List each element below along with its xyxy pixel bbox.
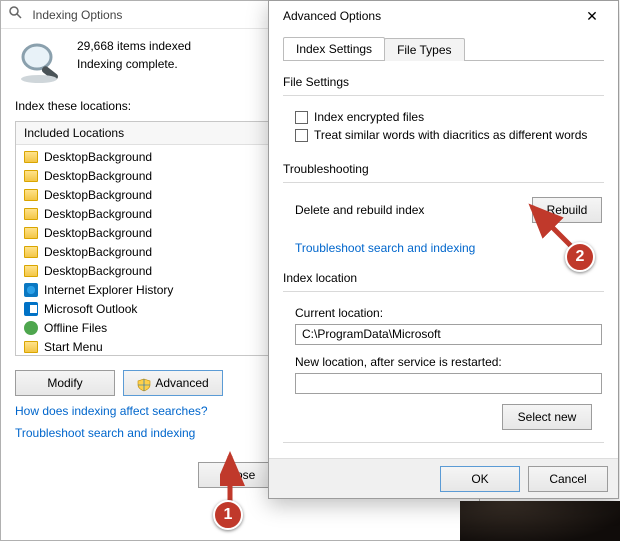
dialog-title: Advanced Options [283,9,381,23]
folder-icon [24,170,38,182]
annotation-badge-2: 2 [565,242,595,272]
troubleshoot-link-2[interactable]: Troubleshoot search and indexing [295,241,475,255]
how-indexing-link[interactable]: How does indexing affect searches? [15,404,208,418]
list-item-label: DesktopBackground [44,150,152,164]
select-new-button[interactable]: Select new [502,404,592,430]
ie-icon [24,283,38,297]
indexing-status: Indexing complete. [77,57,191,71]
folder-icon [24,246,38,258]
tab-index-settings[interactable]: Index Settings [283,37,385,60]
folder-icon [24,341,38,353]
current-location-label: Current location: [295,306,604,320]
list-item-label: DesktopBackground [44,264,152,278]
shield-icon [137,376,151,390]
list-item-label: Offline Files [44,321,107,335]
list-item-label: DesktopBackground [44,245,152,259]
cancel-button[interactable]: Cancel [528,466,608,492]
list-item-label: DesktopBackground [44,188,152,202]
list-item-label: DesktopBackground [44,207,152,221]
group-file-settings: File Settings [283,75,604,89]
new-location-label: New location, after service is restarted… [295,355,604,369]
label-encrypted: Index encrypted files [314,110,424,124]
rebuild-label: Delete and rebuild index [295,203,424,217]
outlook-icon [24,302,38,316]
ok-button[interactable]: OK [440,466,520,492]
checkbox-encrypted[interactable] [295,111,308,124]
modify-button[interactable]: Modify [15,370,115,396]
list-item-label: Internet Explorer History [44,283,173,297]
magnifier-large-icon [15,39,65,85]
checkbox-diacritics[interactable] [295,129,308,142]
list-item-label: DesktopBackground [44,169,152,183]
close-icon[interactable]: ✕ [572,4,612,28]
folder-icon [24,265,38,277]
magnifier-icon [9,2,23,30]
folder-icon [24,151,38,163]
rebuild-button[interactable]: Rebuild [532,197,602,223]
list-item-label: Start Menu [44,340,103,354]
tab-file-types[interactable]: File Types [384,38,464,61]
annotation-badge-1: 1 [213,500,243,530]
folder-icon [24,208,38,220]
group-index-location: Index location [283,271,604,285]
new-location-field[interactable] [295,373,602,394]
advanced-button[interactable]: Advanced [123,370,223,396]
window-title: Indexing Options [32,8,122,22]
folder-icon [24,189,38,201]
indexed-count: 29,668 items indexed [77,39,191,53]
offline-icon [24,321,38,335]
label-diacritics: Treat similar words with diacritics as d… [314,128,587,142]
current-location-field[interactable]: C:\ProgramData\Microsoft [295,324,602,345]
background-photo-stub [460,501,620,541]
list-item-label: Microsoft Outlook [44,302,137,316]
folder-icon [24,227,38,239]
troubleshoot-link[interactable]: Troubleshoot search and indexing [15,426,195,440]
group-troubleshooting: Troubleshooting [283,162,604,176]
list-item-label: DesktopBackground [44,226,152,240]
